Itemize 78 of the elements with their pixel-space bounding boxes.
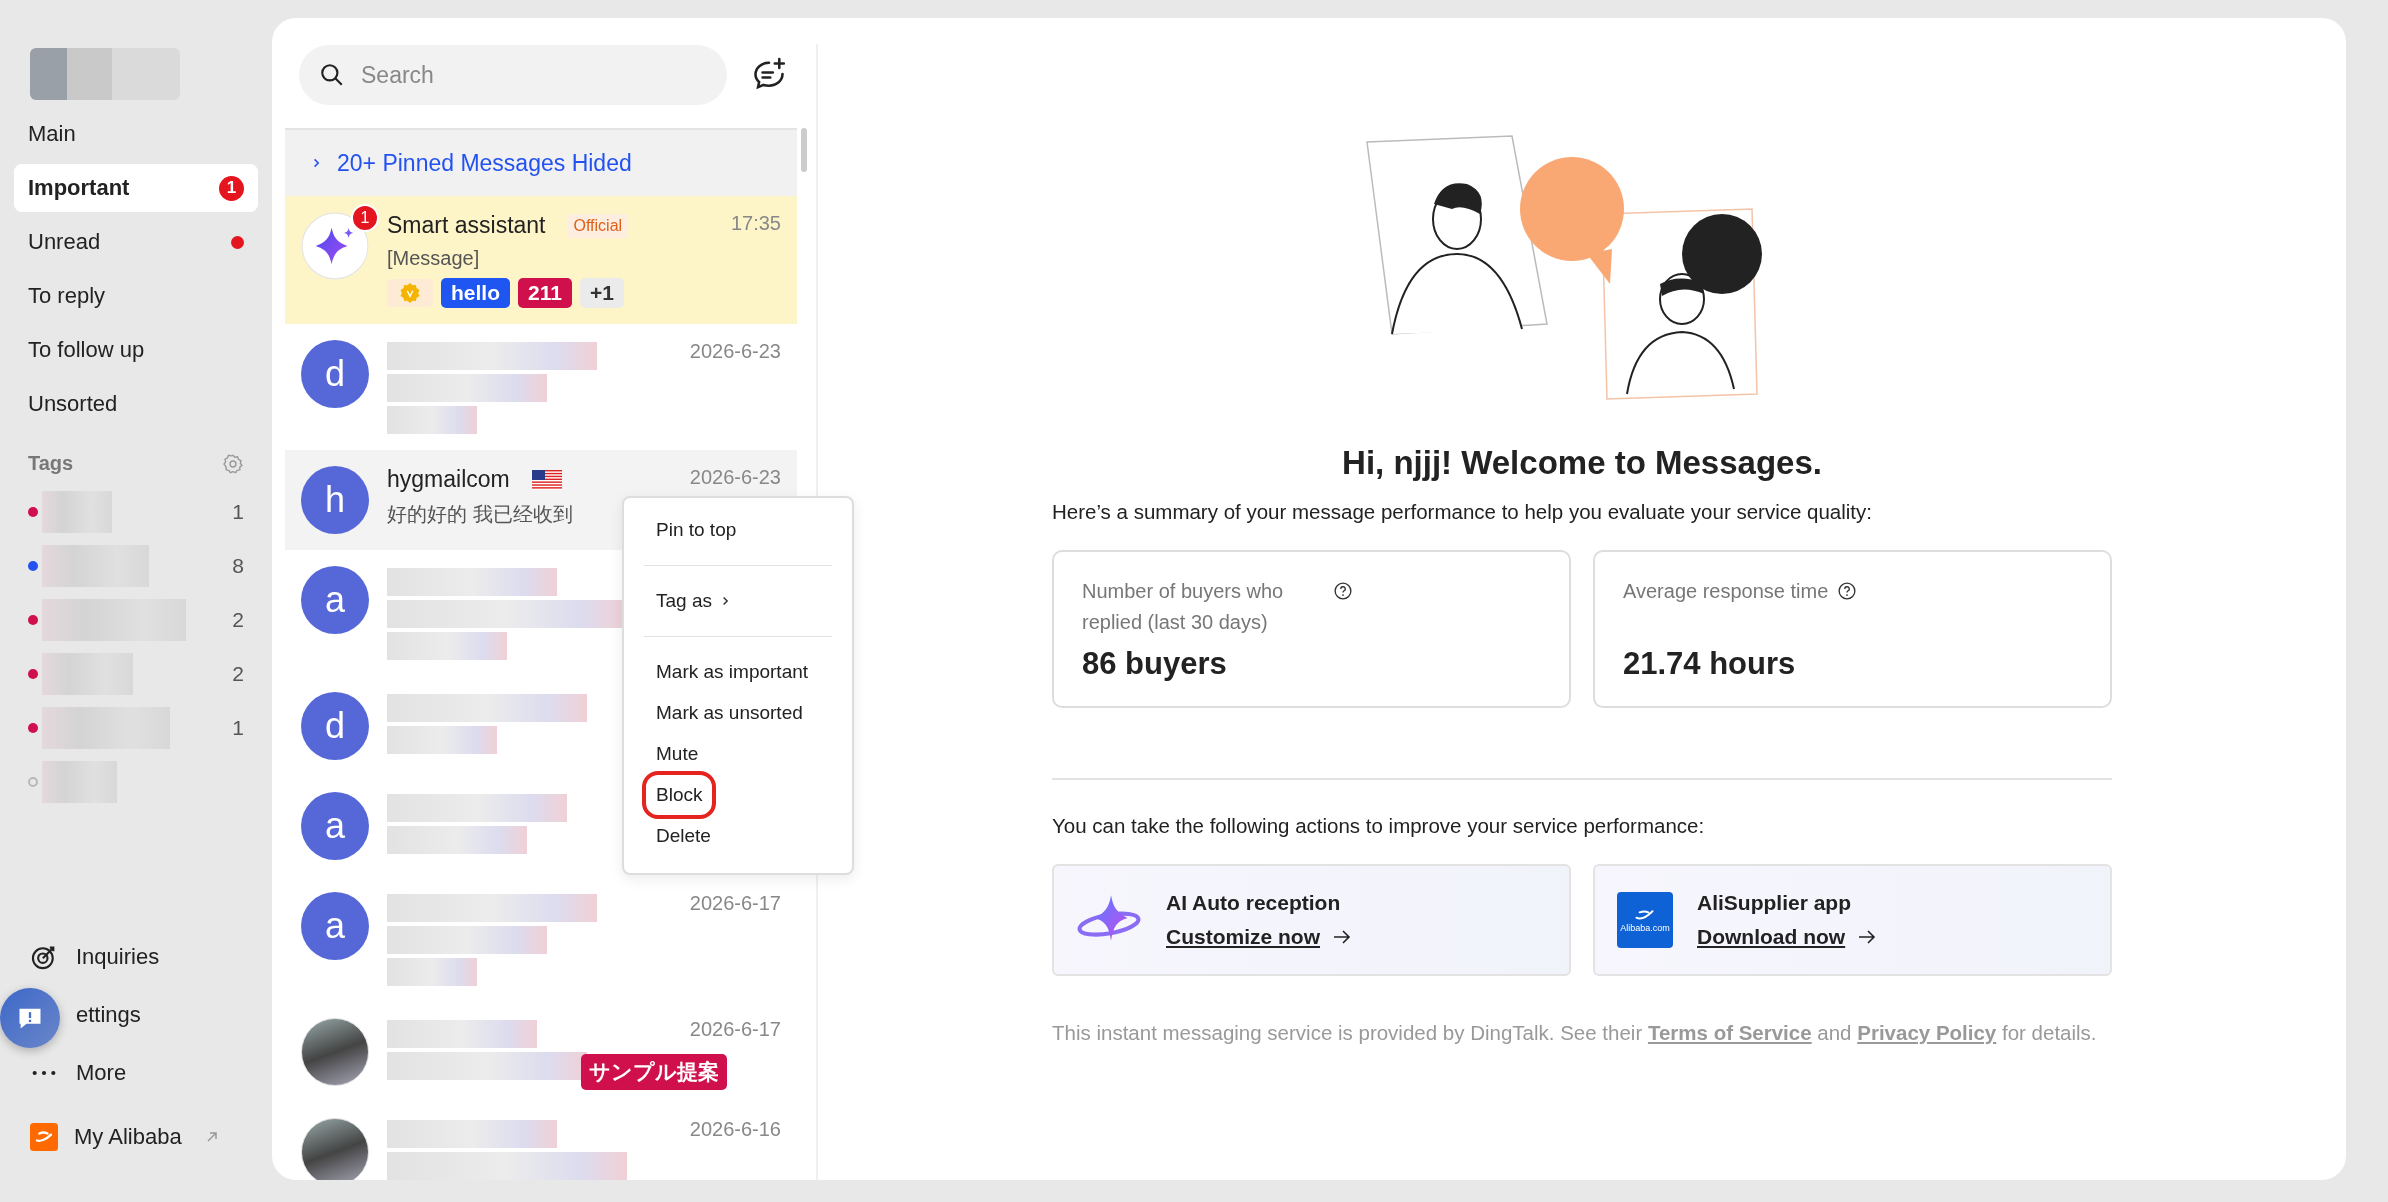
more-icon (30, 1070, 58, 1076)
contact-name: hygmailcom (387, 466, 510, 493)
letter-avatar: a (301, 792, 369, 860)
tag-count: 8 (232, 554, 244, 578)
count-badge: 1 (219, 175, 244, 201)
letter-avatar: d (301, 692, 369, 760)
stat-value: 21.74 hours (1623, 646, 1797, 682)
tag-label: hello (441, 278, 510, 308)
action-title: AI Auto reception (1166, 891, 1342, 915)
menu-item[interactable]: Delete (646, 816, 721, 856)
action-title: AliSupplier app (1697, 891, 1852, 915)
tag-count: 2 (232, 608, 244, 632)
scrollbar[interactable] (801, 128, 807, 172)
alibaba-logo-icon (30, 1123, 58, 1151)
conversation-item[interactable]: a 2026-6-17 (285, 876, 797, 1002)
stat-label: Average response time (1623, 579, 1829, 604)
help-icon[interactable] (1334, 582, 1352, 600)
action-link[interactable]: Customize now (1166, 925, 1320, 949)
tag-count: 2 (232, 662, 244, 686)
help-icon[interactable] (1838, 582, 1857, 600)
tag-count: 1 (232, 500, 244, 524)
search-field[interactable]: Search (299, 45, 727, 105)
more-tags-count: +1 (579, 278, 624, 308)
tag-label: サンプル提案 (581, 1054, 727, 1090)
nav-item[interactable]: Unread (14, 218, 258, 266)
menu-item[interactable]: Mark as important (646, 652, 819, 692)
message-preview: [Message] (387, 247, 480, 270)
feedback-button[interactable] (0, 988, 60, 1048)
letter-avatar: a (301, 566, 369, 634)
summary-text: Here’s a summary of your message performance to help you evaluate your service quality: (1052, 500, 1873, 524)
official-label: Official (567, 213, 629, 238)
app-logo: Alibaba.com (1617, 892, 1673, 948)
message-time: 2026-6-17 (689, 1018, 781, 1041)
conversation-item[interactable]: サンプル提案 2026-6-17 (285, 1002, 797, 1102)
letter-avatar: a (301, 892, 369, 960)
tag-count: 1 (232, 716, 244, 740)
action-card[interactable]: Alibaba.com AliSupplier app Download now (1593, 864, 2112, 976)
stat-value: 86 buyers (1082, 646, 1228, 682)
arrow-right-icon (1857, 929, 1878, 945)
message-time: 2026-6-23 (689, 340, 781, 363)
menu-item[interactable]: Mute (646, 734, 709, 774)
menu-item[interactable]: Pin to top (646, 510, 747, 550)
nav-item[interactable]: Main (14, 110, 258, 158)
sidebar-link[interactable]: ettings (76, 986, 258, 1044)
conversation-item[interactable]: 1 Smart assistant Official [Message] hello 211 +1 17:35 (285, 196, 797, 324)
menu-item[interactable]: Tag as (646, 581, 742, 621)
conversation-item[interactable]: d 2026-6-23 (285, 324, 797, 450)
nav-item[interactable]: To reply (14, 272, 258, 320)
stat-label: Number of buyers who replied (last 30 days) (1082, 579, 1285, 635)
actions-intro: You can take the following actions to improve your service performance: (1052, 814, 1706, 838)
arrow-right-icon (1332, 929, 1352, 945)
nav-item[interactable]: Important 1 (14, 164, 258, 212)
pinned-messages-toggle[interactable]: 20+ Pinned Messages Hided (285, 128, 797, 196)
sidebar-link[interactable]: My Alibaba (14, 1108, 258, 1166)
message-preview: 好的好的 我已经收到 (387, 502, 573, 527)
message-time: 17:35 (730, 212, 781, 235)
tags-heading: Tags (28, 452, 74, 475)
sparkle-avatar-icon (301, 212, 369, 280)
action-link[interactable]: Download now (1697, 925, 1846, 949)
conversation-item[interactable]: 2026-6-16 (285, 1102, 797, 1180)
menu-item[interactable]: Mark as unsorted (646, 693, 813, 733)
footer-text: This instant messaging service is provided by DingTalk. See their Terms of Service and Privacy Policy for details. (1052, 1020, 2098, 1046)
letter-avatar: d (301, 340, 369, 408)
letter-avatar: h (301, 466, 369, 534)
nav-item[interactable]: To follow up (14, 326, 258, 374)
unread-badge: 1 (351, 204, 379, 232)
message-time: 2026-6-23 (689, 466, 781, 489)
contact-name: Smart assistant (387, 212, 546, 239)
action-card[interactable]: AI Auto reception Customize now (1052, 864, 1571, 976)
sidebar-link[interactable]: More (14, 1044, 258, 1102)
verified-badge-icon (387, 279, 433, 307)
message-time: 2026-6-17 (689, 892, 781, 915)
nav-item[interactable]: Unsorted (14, 380, 258, 428)
search-icon (319, 62, 345, 88)
tag-label: 211 (518, 278, 572, 308)
message-time: 2026-6-16 (689, 1118, 781, 1141)
sidebar-link[interactable]: Inquiries (14, 928, 258, 986)
welcome-title: Hi, njjj! Welcome to Messages. (1341, 444, 1823, 482)
